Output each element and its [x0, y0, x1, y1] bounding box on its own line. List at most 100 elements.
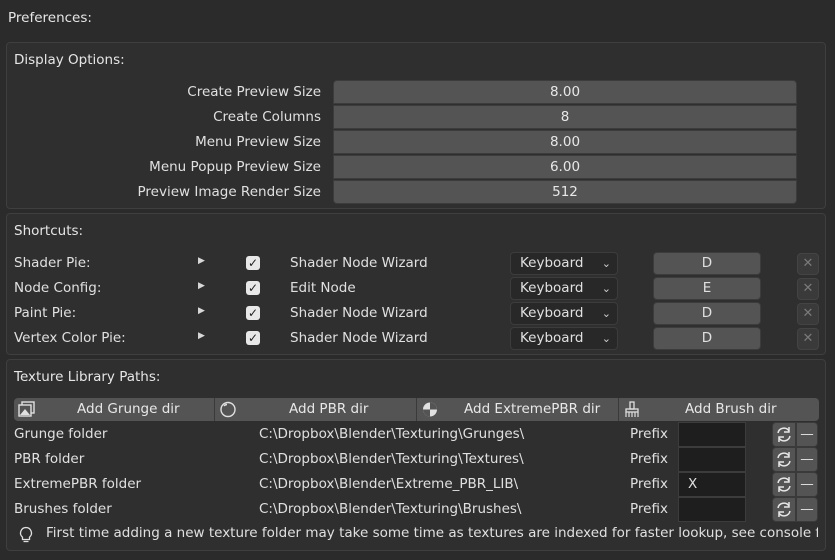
input-type-dropdown[interactable]: Keyboard ⌄ — [510, 277, 618, 300]
add-brush-dir-button[interactable]: Add Brush dir — [619, 398, 819, 421]
prefix-field[interactable]: X — [678, 472, 746, 497]
create-preview-size-field[interactable]: 8.00 — [333, 80, 797, 104]
add-grunge-dir-button[interactable]: Add Grunge dir — [14, 398, 215, 421]
reload-button[interactable] — [772, 472, 796, 497]
texture-path-row: Brushes folder C:\Dropbox\Blender\Textur… — [7, 497, 825, 522]
refresh-icon — [777, 427, 791, 442]
reload-button[interactable] — [772, 447, 796, 472]
expand-arrow-icon[interactable]: ▶ — [198, 256, 205, 266]
expand-arrow-icon[interactable]: ▶ — [198, 281, 205, 291]
shortcut-row: Node Config: ▶ ✓ Edit Node Keyboard ⌄ E ✕ — [7, 276, 825, 301]
shortcut-name: Node Config: — [14, 280, 102, 296]
chevron-down-icon: ⌄ — [601, 282, 611, 295]
prefix-label: Prefix — [630, 476, 668, 492]
shortcut-row: Paint Pie: ▶ ✓ Shader Node Wizard Keyboa… — [7, 301, 825, 326]
chevron-down-icon: ⌄ — [601, 307, 611, 320]
remove-path-button[interactable]: — — [796, 472, 818, 497]
reload-button[interactable] — [772, 497, 796, 522]
create-columns-field[interactable]: 8 — [333, 105, 797, 129]
shortcuts-title: Shortcuts: — [14, 223, 84, 239]
folder-path[interactable]: C:\Dropbox\Blender\Texturing\Textures\ — [259, 451, 524, 467]
shortcut-key-field[interactable]: D — [653, 327, 761, 350]
remove-shortcut-button[interactable]: ✕ — [797, 303, 819, 325]
reload-button[interactable] — [772, 422, 796, 447]
shortcut-operator: Shader Node Wizard — [290, 255, 428, 271]
input-type-value: Keyboard — [520, 255, 584, 271]
menu-popup-preview-size-field[interactable]: 6.00 — [333, 155, 797, 179]
chevron-down-icon: ⌄ — [601, 257, 611, 270]
input-type-dropdown[interactable]: Keyboard ⌄ — [510, 252, 618, 275]
minus-icon: — — [800, 476, 814, 492]
prefix-label: Prefix — [630, 501, 668, 517]
prefix-field[interactable] — [678, 497, 746, 522]
texture-path-row: ExtremePBR folder C:\Dropbox\Blender\Ext… — [7, 472, 825, 497]
info-text: First time adding a new texture folder m… — [46, 525, 818, 541]
preferences-title: Preferences: — [8, 10, 92, 26]
shortcut-name: Vertex Color Pie: — [14, 330, 126, 346]
menu-popup-preview-size-label: Menu Popup Preview Size — [149, 159, 321, 175]
menu-preview-size-field[interactable]: 8.00 — [333, 130, 797, 154]
display-options-title: Display Options: — [14, 52, 125, 68]
minus-icon: — — [800, 501, 814, 517]
folder-path[interactable]: C:\Dropbox\Blender\Texturing\Grunges\ — [259, 426, 524, 442]
shortcut-key-field[interactable]: D — [653, 252, 761, 275]
sphere-icon — [219, 401, 237, 418]
prefix-field[interactable] — [678, 422, 746, 447]
folder-name: ExtremePBR folder — [14, 476, 142, 492]
remove-path-button[interactable]: — — [796, 497, 818, 522]
shortcut-enabled-checkbox[interactable]: ✓ — [246, 256, 260, 270]
shortcut-enabled-checkbox[interactable]: ✓ — [246, 281, 260, 295]
shortcut-row: Shader Pie: ▶ ✓ Shader Node Wizard Keybo… — [7, 251, 825, 276]
folder-path[interactable]: C:\Dropbox\Blender\Extreme_PBR_LIB\ — [259, 476, 518, 492]
add-brush-dir-label: Add Brush dir — [685, 401, 777, 417]
preview-image-render-size-field[interactable]: 512 — [333, 180, 797, 204]
remove-shortcut-button[interactable]: ✕ — [797, 278, 819, 300]
chevron-down-icon: ⌄ — [601, 332, 611, 345]
refresh-icon — [777, 502, 791, 517]
shortcut-key-field[interactable]: D — [653, 302, 761, 325]
folder-name: PBR folder — [14, 451, 85, 467]
shortcut-operator: Shader Node Wizard — [290, 305, 428, 321]
add-grunge-dir-label: Add Grunge dir — [77, 401, 180, 417]
create-preview-size-label: Create Preview Size — [187, 84, 321, 100]
menu-preview-size-row: Menu Preview Size 8.00 — [7, 130, 825, 155]
prefix-field[interactable] — [678, 447, 746, 472]
remove-path-button[interactable]: — — [796, 422, 818, 447]
image-icon — [18, 401, 36, 418]
expand-arrow-icon[interactable]: ▶ — [198, 306, 205, 316]
minus-icon: — — [800, 451, 814, 467]
lightbulb-icon — [18, 526, 34, 544]
create-columns-row: Create Columns 8 — [7, 105, 825, 130]
input-type-value: Keyboard — [520, 330, 584, 346]
shortcut-name: Paint Pie: — [14, 305, 77, 321]
shortcut-enabled-checkbox[interactable]: ✓ — [246, 306, 260, 320]
shortcut-operator: Shader Node Wizard — [290, 330, 428, 346]
folder-name: Brushes folder — [14, 501, 112, 517]
texture-path-row: PBR folder C:\Dropbox\Blender\Texturing\… — [7, 447, 825, 472]
add-extremepbr-dir-button[interactable]: Add ExtremePBR dir — [417, 398, 619, 421]
shortcut-name: Shader Pie: — [14, 255, 91, 271]
shortcuts-panel: Shortcuts: Shader Pie: ▶ ✓ Shader Node W… — [6, 213, 826, 355]
close-icon: ✕ — [802, 331, 814, 346]
add-directory-toolbar: Add Grunge dir Add PBR dir Add ExtremePB… — [14, 398, 819, 421]
prefix-label: Prefix — [630, 451, 668, 467]
remove-path-button[interactable]: — — [796, 447, 818, 472]
input-type-dropdown[interactable]: Keyboard ⌄ — [510, 327, 618, 350]
input-type-dropdown[interactable]: Keyboard ⌄ — [510, 302, 618, 325]
menu-preview-size-label: Menu Preview Size — [195, 134, 321, 150]
texture-library-panel: Texture Library Paths: Add Grunge dir Ad… — [6, 359, 826, 551]
remove-shortcut-button[interactable]: ✕ — [797, 328, 819, 350]
remove-shortcut-button[interactable]: ✕ — [797, 253, 819, 275]
add-pbr-dir-button[interactable]: Add PBR dir — [215, 398, 417, 421]
expand-arrow-icon[interactable]: ▶ — [198, 331, 205, 341]
shortcut-key-field[interactable]: E — [653, 277, 761, 300]
folder-path[interactable]: C:\Dropbox\Blender\Texturing\Brushes\ — [259, 501, 521, 517]
menu-popup-preview-size-row: Menu Popup Preview Size 6.00 — [7, 155, 825, 180]
close-icon: ✕ — [802, 306, 814, 321]
create-preview-size-row: Create Preview Size 8.00 — [7, 80, 825, 105]
display-options-panel: Display Options: Create Preview Size 8.0… — [6, 42, 826, 209]
shortcut-row: Vertex Color Pie: ▶ ✓ Shader Node Wizard… — [7, 326, 825, 351]
input-type-value: Keyboard — [520, 305, 584, 321]
add-pbr-dir-label: Add PBR dir — [289, 401, 369, 417]
shortcut-enabled-checkbox[interactable]: ✓ — [246, 331, 260, 345]
